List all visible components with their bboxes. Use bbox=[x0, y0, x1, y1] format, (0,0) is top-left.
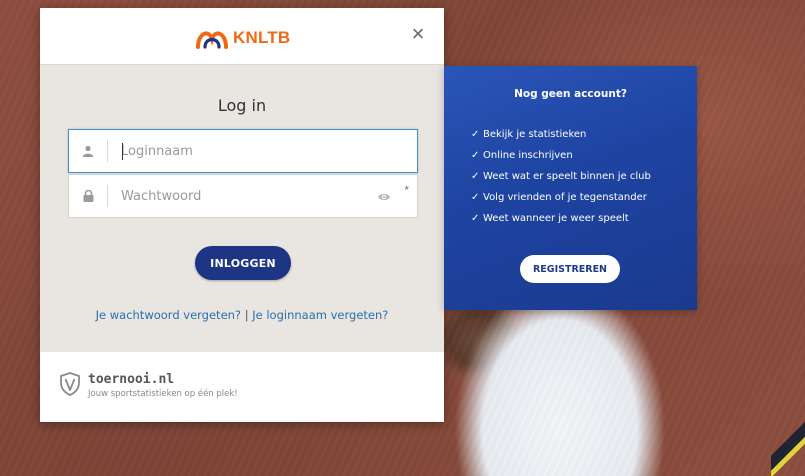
logo-text: KNLTB bbox=[233, 28, 291, 47]
list-item: ✓ Online inschrijven bbox=[471, 145, 651, 166]
modal-footer: toernooi.nl Jouw sportstatistieken op éé… bbox=[40, 352, 444, 422]
text-caret bbox=[122, 143, 123, 160]
username-field[interactable] bbox=[68, 129, 418, 173]
field-divider bbox=[107, 140, 108, 162]
knltb-logo-icon bbox=[195, 27, 229, 49]
list-item: ✓ Weet wat er speelt binnen je club bbox=[471, 166, 651, 187]
list-item: ✓ Weet wanneer je weer speelt bbox=[471, 208, 651, 229]
checkmark-icon: ✓ bbox=[471, 213, 480, 224]
username-input[interactable] bbox=[121, 140, 371, 162]
feature-list: ✓ Bekijk je statistieken ✓ Online inschrij… bbox=[471, 124, 651, 229]
register-button[interactable]: REGISTREREN bbox=[520, 255, 620, 283]
list-item: ✓ Volg vrienden of je tegenstander bbox=[471, 187, 651, 208]
knltb-logo: KNLTB bbox=[195, 24, 290, 52]
checkmark-icon: ✓ bbox=[471, 171, 480, 182]
user-icon bbox=[69, 130, 107, 172]
eye-icon[interactable] bbox=[377, 189, 391, 207]
register-promo-panel: Nog geen account? ✓ Bekijk je statistieke… bbox=[444, 66, 697, 310]
lock-icon bbox=[69, 175, 107, 217]
required-asterisk: * bbox=[404, 183, 409, 197]
password-field[interactable]: * bbox=[68, 174, 418, 218]
login-modal: KNLTB × Log in Loginnaam * INLOGGEN Je w… bbox=[40, 8, 444, 422]
login-button[interactable]: INLOGGEN bbox=[195, 246, 291, 280]
racket-decoration bbox=[771, 416, 805, 476]
checkmark-icon: ✓ bbox=[471, 129, 480, 140]
forgot-links: Je wachtwoord vergeten? | Je loginnaam v… bbox=[40, 308, 444, 322]
forgot-username-link[interactable]: Je loginnaam vergeten? bbox=[252, 308, 388, 322]
forgot-password-link[interactable]: Je wachtwoord vergeten? bbox=[96, 308, 241, 322]
footer-tagline: Jouw sportstatistieken op één plek! bbox=[88, 389, 238, 399]
footer-brand[interactable]: toernooi.nl bbox=[88, 372, 174, 387]
promo-title: Nog geen account? bbox=[514, 88, 627, 100]
checkmark-icon: ✓ bbox=[471, 150, 480, 161]
password-input[interactable] bbox=[121, 185, 371, 207]
page-title: Log in bbox=[217, 96, 267, 115]
shield-icon bbox=[60, 372, 80, 401]
field-divider bbox=[107, 185, 108, 207]
modal-header: KNLTB × bbox=[40, 8, 444, 65]
close-icon[interactable]: × bbox=[406, 22, 430, 46]
checkmark-icon: ✓ bbox=[471, 192, 480, 203]
link-separator: | bbox=[244, 308, 249, 322]
list-item: ✓ Bekijk je statistieken bbox=[471, 124, 651, 145]
